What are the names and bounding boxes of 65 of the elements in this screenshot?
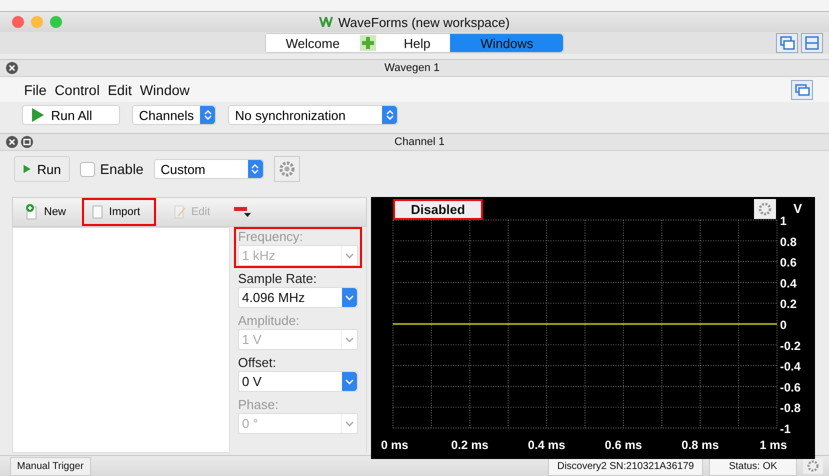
stepper-icon (248, 160, 263, 178)
y-tick-label: -0.2 (780, 338, 801, 353)
run-all-button[interactable]: Run All (22, 105, 120, 125)
x-tick-label: 0.6 ms (604, 438, 642, 452)
settings-button[interactable] (274, 156, 300, 182)
panel-title: Channel 1 (393, 136, 446, 148)
chevron-icon (342, 288, 357, 307)
y-tick-label: -0.8 (780, 401, 801, 416)
field-label: Amplitude: (238, 313, 300, 328)
close-icon[interactable] (6, 136, 18, 148)
chevron-icon (342, 372, 357, 391)
stepper-icon (382, 106, 397, 124)
play-icon (23, 162, 32, 176)
y-tick-label: 0.2 (780, 297, 797, 312)
toolbar-button[interactable]: New (17, 198, 74, 226)
tab[interactable]: Windows (450, 34, 564, 52)
run-button[interactable]: Run (14, 156, 70, 182)
toolbar-button[interactable]: Import (82, 198, 156, 226)
menu-item[interactable]: Control (54, 82, 100, 98)
color-dropdown-icon[interactable] (234, 206, 252, 218)
y-tick-label: 0.6 (780, 256, 797, 270)
panel-title: Wavegen 1 (383, 62, 441, 74)
status-label: Disabled (393, 199, 483, 220)
windows-icon[interactable] (791, 80, 813, 100)
y-tick-label: 0 (780, 318, 787, 332)
settings-icon (278, 161, 295, 177)
value-field[interactable]: 4.096 MHz (238, 287, 358, 308)
mode-dropdown[interactable]: Custom (154, 159, 264, 179)
value-field[interactable]: 0 V (238, 371, 358, 392)
x-tick-label: 0.2 ms (451, 438, 488, 452)
sync-dropdown[interactable]: No synchronization (228, 105, 398, 125)
w-logo-icon (319, 16, 334, 28)
x-tick-label: 1 ms (760, 438, 787, 452)
menu-item[interactable]: Edit (108, 82, 132, 98)
x-tick-label: 0.4 ms (528, 438, 566, 452)
y-tick-label: 0.8 (780, 234, 797, 249)
close-button[interactable] (12, 16, 24, 28)
play-icon (31, 108, 45, 122)
menu-item[interactable]: Window (140, 82, 190, 98)
x-tick-label: 0.8 ms (682, 438, 719, 452)
x-tick-label: 0 ms (381, 438, 408, 452)
close-icon[interactable] (6, 62, 18, 74)
plus-icon[interactable] (360, 35, 376, 51)
field-label: Frequency: (238, 229, 304, 244)
axis-unit: V (793, 201, 802, 216)
split-icon[interactable] (801, 33, 823, 53)
field-label: Sample Rate: (238, 271, 318, 286)
checkbox-square (80, 162, 95, 176)
enable-checkbox[interactable]: Enable (80, 161, 144, 177)
stepper-icon (200, 106, 215, 124)
trigger-tab[interactable]: Manual Trigger (10, 456, 91, 476)
field-label: Phase: (238, 397, 280, 412)
windows-icon[interactable] (776, 33, 798, 53)
channels-dropdown[interactable]: Channels (132, 105, 216, 125)
y-tick-label: -0.6 (780, 380, 801, 394)
y-tick-label: 1 (780, 214, 787, 228)
pencil-icon (172, 204, 188, 220)
settings-icon[interactable] (803, 458, 823, 474)
y-tick-label: -0.4 (780, 360, 801, 374)
window-title: WaveForms (new workspace) (338, 14, 510, 30)
field-label: Offset: (238, 355, 278, 370)
y-tick-label: -1 (780, 422, 791, 436)
menu-item[interactable]: File (24, 82, 47, 98)
y-tick-label: 0.4 (780, 276, 797, 290)
detach-icon[interactable] (21, 136, 33, 148)
